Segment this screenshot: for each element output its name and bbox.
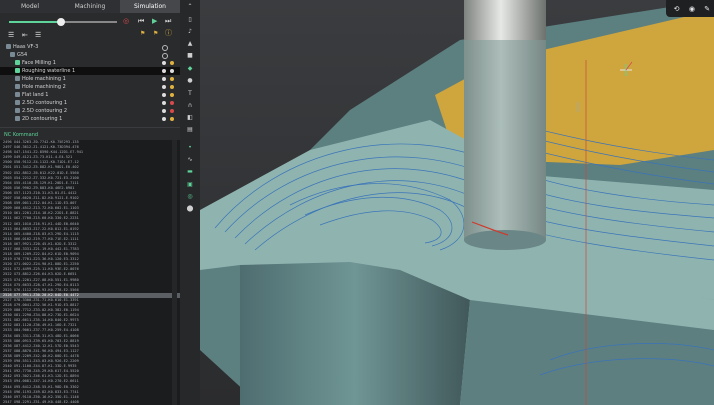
tab-machining[interactable]: Machining [60,0,120,13]
tree-row[interactable]: Hole machining 2 [0,83,180,91]
status-icon [170,109,174,113]
operation-icon [15,84,20,89]
sync-icon[interactable]: ⟲ [674,5,680,13]
view-toolbar: ⟲ ◉ ✎ ▦ ▤ ≈ ♣ ◐ ⚙ ☷ ▚ [666,0,714,17]
stock-view-icon[interactable]: ▣ [186,182,194,188]
status-icon [170,77,174,81]
left-panel: Model Machining Simulation ◎ ⏮ ▶ ⏭ ⚑ ⚑ ⓘ… [0,0,180,405]
target-icon[interactable]: ◎ [186,194,194,200]
collapse-icon[interactable]: ⇤ [22,31,28,39]
nc-code-panel[interactable]: 2496 X44.3263-Z0.7742-K0.75E293.135 2497 … [0,140,180,405]
tree-row[interactable]: Hole machining 1 [0,75,180,83]
path-icon[interactable]: ∿ [186,157,194,163]
slider-fill [9,21,61,23]
tree-toolbar: ☰ ⇤ ☰ [0,30,180,42]
tool-tip [464,230,546,250]
visibility-icon[interactable] [162,69,166,73]
camera-icon[interactable]: ◉ [689,5,695,13]
tree-row[interactable]: G54 [0,51,180,59]
status-icon [170,69,174,73]
setup-icon [10,52,15,57]
vertical-toolbar: ⌃ ▯ ♪ ▲ ■ ◆ ● T ∩ ◧ ▤ • ∿ ▬ ▣ ◎ ⬤ [180,0,200,405]
box-icon[interactable]: ■ [186,53,194,59]
tree-row[interactable]: Face Milling 1 [0,59,180,67]
play-icon[interactable]: ▶ [152,17,157,25]
operation-icon [15,100,20,105]
tab-model[interactable]: Model [0,0,60,13]
slider-handle[interactable] [56,18,65,26]
expand-icon[interactable]: ☰ [35,31,41,39]
simulation-progress-slider[interactable] [9,18,117,26]
fixture-icon[interactable]: ▬ [186,169,194,175]
operation-icon [15,60,20,65]
viewport-scene[interactable] [200,0,714,405]
tool-shank [464,40,546,240]
visibility-icon[interactable] [162,85,166,89]
stop-icon[interactable]: ◎ [123,17,129,25]
pen-icon[interactable]: ✎ [704,5,710,13]
tree-row[interactable]: 2D contouring 1 [0,115,180,123]
operation-icon [15,116,20,121]
visibility-icon[interactable] [162,117,166,121]
machine-icon [6,44,11,49]
operation-icon [15,68,20,73]
pin-icon[interactable]: ⬤ [186,206,194,212]
operation-tree: Haas VF-3 G54 Face Milling 1 Roughing wa… [0,43,180,123]
chevron-up-icon[interactable]: ⌃ [186,4,194,10]
operation-icon [15,108,20,113]
visibility-icon[interactable] [162,109,166,113]
frame-icon[interactable]: ◧ [186,115,194,121]
bulb-icon[interactable]: ● [186,78,194,84]
operation-icon [15,76,20,81]
nc-header: NC Kommand [4,132,39,138]
tab-bar: Model Machining Simulation [0,0,180,13]
layers-icon[interactable]: ▤ [186,127,194,133]
text-icon[interactable]: T [186,91,194,97]
tree-row-selected[interactable]: Roughing waterline 1 [0,67,180,75]
nc-scrollbar[interactable] [172,140,177,405]
divider [0,127,180,128]
status-icon [170,61,174,65]
visibility-icon[interactable] [162,77,166,81]
list-icon[interactable]: ☰ [8,31,14,39]
visibility-icon[interactable] [162,61,166,65]
part-icon[interactable]: ▲ [186,41,194,47]
tab-simulation[interactable]: Simulation [120,0,180,13]
tree-row[interactable]: 2.5D contouring 1 [0,99,180,107]
tree-row[interactable]: Flat land 1 [0,91,180,99]
dot-icon[interactable]: • [186,145,194,151]
rewind-icon[interactable]: ⏮ [138,17,144,25]
bell-icon[interactable]: ♪ [186,29,194,35]
status-icon [170,93,174,97]
visibility-icon[interactable] [162,93,166,97]
operation-icon [15,92,20,97]
3d-viewport[interactable]: ⟲ ◉ ✎ ▦ ▤ ≈ ♣ ◐ ⚙ ☷ ▚ [200,0,714,405]
status-icon [170,101,174,105]
tool-icon[interactable]: ◆ [186,66,194,72]
status-icon [170,85,174,89]
magnet-icon[interactable]: ∩ [186,103,194,109]
tree-row[interactable]: Haas VF-3 [0,43,180,51]
fast-forward-icon[interactable]: ⏭ [165,17,171,25]
visibility-icon[interactable] [162,101,166,105]
status-icon [170,117,174,121]
stock-icon[interactable]: ▯ [186,17,194,23]
tree-row[interactable]: 2.5D contouring 2 [0,107,180,115]
